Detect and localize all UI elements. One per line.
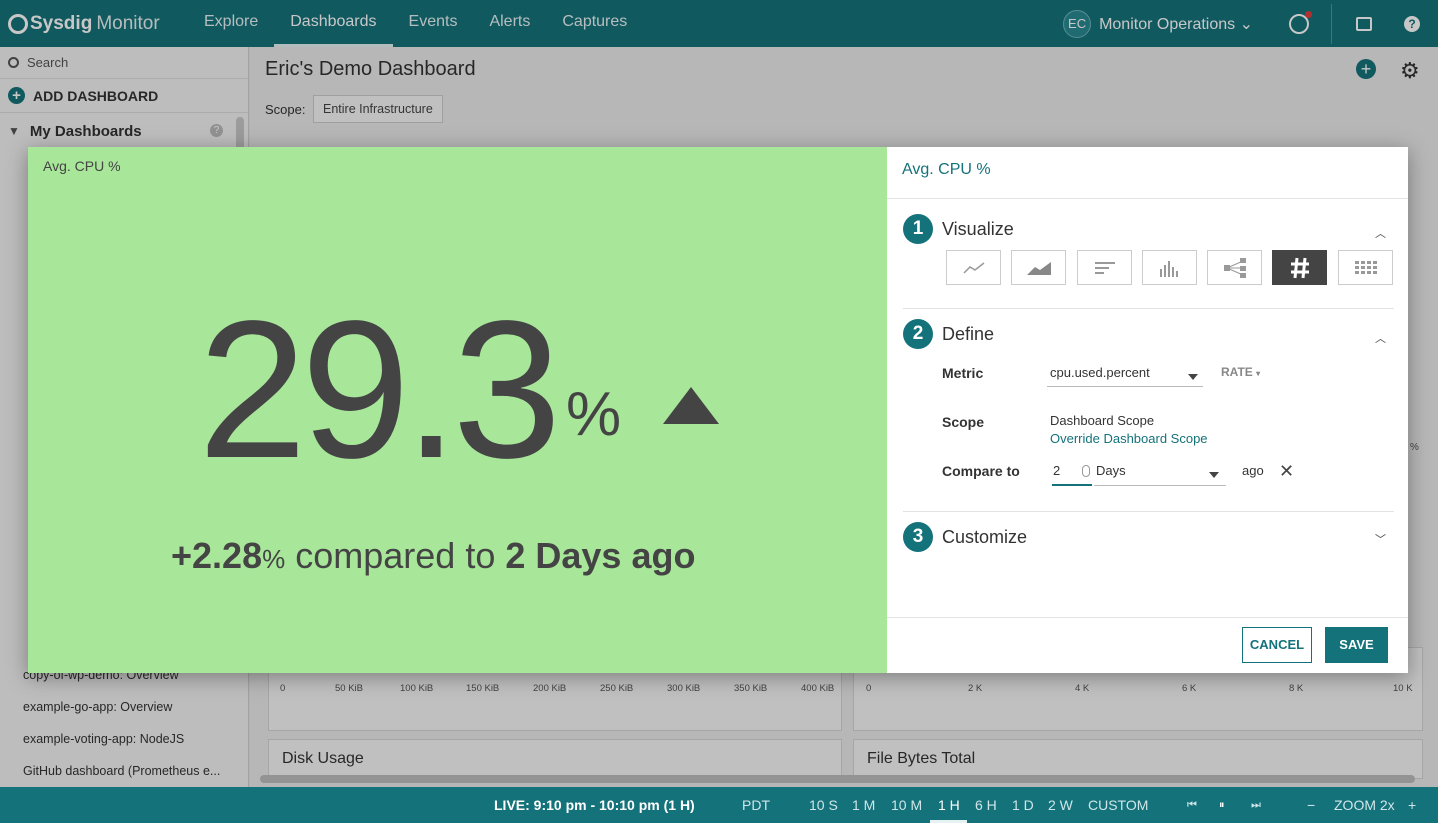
trend-up-icon [663, 387, 719, 424]
zoom-in-button[interactable]: + [1408, 797, 1416, 813]
chevron-up-icon[interactable]: ︿ [1375, 225, 1386, 241]
line-chart-icon[interactable] [946, 250, 1001, 285]
zoom-level: ZOOM 2x [1334, 797, 1395, 813]
number-icon[interactable] [1272, 250, 1327, 285]
divider [903, 308, 1394, 309]
live-range[interactable]: LIVE: 9:10 pm - 10:10 pm (1 H) [494, 797, 695, 813]
histogram-icon[interactable] [1142, 250, 1197, 285]
timezone: PDT [742, 797, 770, 813]
chevron-up-icon[interactable]: ︿ [1375, 330, 1386, 346]
metric-unit: % [566, 380, 622, 449]
step-number: 3 [903, 522, 933, 552]
rate-dropdown[interactable]: RATE ▾ [1221, 365, 1260, 379]
compare-amount-input[interactable]: 2 [1053, 463, 1060, 478]
chevron-down-icon[interactable]: ﹀ [1375, 531, 1386, 547]
compare-unit-underline [1094, 485, 1226, 486]
dropdown-arrow-icon[interactable] [1209, 472, 1219, 478]
define-title[interactable]: Define [942, 324, 994, 345]
range-10m[interactable]: 10 M [891, 797, 922, 813]
panel-editor-modal: Avg. CPU % 29.3 % +2.28% compared to 2 D… [28, 147, 1408, 673]
zoom-out-button[interactable]: − [1307, 797, 1315, 813]
table-icon[interactable] [1338, 250, 1393, 285]
dropdown-arrow-icon[interactable] [1188, 374, 1198, 380]
stepper-icon[interactable] [1082, 465, 1090, 477]
customize-title[interactable]: Customize [942, 527, 1027, 548]
step-number: 2 [903, 319, 933, 349]
rate-label: RATE [1221, 365, 1253, 379]
range-custom[interactable]: CUSTOM [1088, 797, 1148, 813]
visualize-title[interactable]: Visualize [942, 219, 1014, 240]
compare-text: compared to [295, 535, 496, 576]
compare-amount-underline [1052, 484, 1092, 486]
divider [903, 511, 1394, 512]
compare-unit-select[interactable]: Days [1096, 463, 1126, 478]
delta-value: +2.28 [171, 535, 263, 576]
scope-label: Scope [942, 414, 985, 430]
metric-value: 29.3 [198, 280, 561, 499]
skip-forward-icon[interactable]: ⏭ [1251, 799, 1261, 812]
preview-title: Avg. CPU % [43, 158, 121, 174]
topology-icon[interactable] [1207, 250, 1262, 285]
step-number: 1 [903, 214, 933, 244]
delta-unit: % [262, 544, 286, 574]
range-1m[interactable]: 1 M [852, 797, 875, 813]
metric-select-underline [1047, 386, 1203, 387]
cancel-button[interactable]: CANCEL [1242, 627, 1312, 663]
config-title[interactable]: Avg. CPU % [902, 161, 991, 179]
metric-label: Metric [942, 365, 984, 381]
range-2w[interactable]: 2 W [1048, 797, 1073, 813]
compare-period: 2 Days ago [505, 535, 696, 576]
scope-value: Dashboard Scope [1050, 413, 1155, 428]
range-10s[interactable]: 10 S [809, 797, 838, 813]
area-chart-icon[interactable] [1011, 250, 1066, 285]
divider [887, 198, 1408, 199]
panel-config: Avg. CPU % 1 Visualize ︿ 2 Define ︿ Metr… [887, 147, 1408, 673]
range-6h[interactable]: 6 H [975, 797, 997, 813]
range-1h[interactable]: 1 H [938, 797, 960, 813]
toplist-icon[interactable] [1077, 250, 1132, 285]
compare-label: Compare to [942, 463, 1020, 479]
range-1d[interactable]: 1 D [1012, 797, 1034, 813]
pause-icon[interactable]: ⏸ [1219, 799, 1225, 812]
close-icon[interactable]: ✕ [1279, 461, 1294, 482]
divider [887, 617, 1408, 618]
save-button[interactable]: SAVE [1325, 627, 1388, 663]
caret-down-icon: ▾ [1256, 369, 1261, 378]
skip-back-icon[interactable]: ⏮ [1187, 799, 1197, 812]
comparison-text: +2.28% compared to 2 Days ago [171, 535, 695, 577]
number-panel-preview: Avg. CPU % 29.3 % +2.28% compared to 2 D… [28, 147, 887, 673]
metric-select[interactable]: cpu.used.percent [1050, 365, 1150, 380]
time-navigation-bar: LIVE: 9:10 pm - 10:10 pm (1 H) PDT 10 S … [0, 787, 1438, 823]
compare-suffix: ago [1242, 463, 1264, 478]
override-scope-link[interactable]: Override Dashboard Scope [1050, 431, 1208, 446]
